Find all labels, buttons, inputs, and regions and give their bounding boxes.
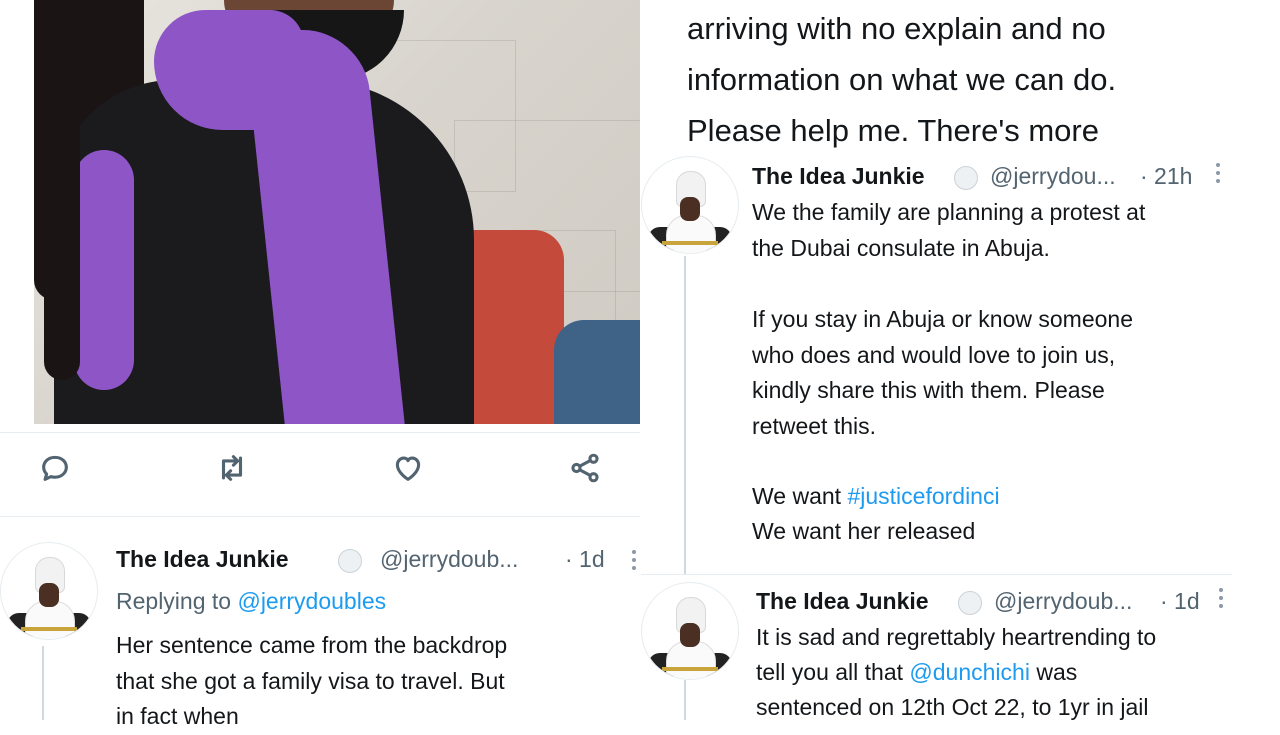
more-icon[interactable] <box>1218 588 1224 612</box>
tweet-time[interactable]: · 21h <box>1140 163 1192 190</box>
tweet-text: We want her released <box>752 518 976 544</box>
divider <box>641 574 1232 575</box>
author-handle[interactable]: @jerrydou... <box>990 163 1116 190</box>
tweet-time[interactable]: · 1d <box>1160 588 1200 615</box>
thread-line <box>684 256 686 574</box>
avatar[interactable] <box>0 542 98 640</box>
hair-braids <box>44 60 80 380</box>
tweet-time[interactable]: · 1d <box>565 546 605 573</box>
tweet-text: tell you all that @dunchichi was <box>756 659 1078 685</box>
verified-placeholder-icon <box>958 591 982 615</box>
tweet-text: sentenced on 12th Oct 22, to 1yr in jail <box>756 694 1149 720</box>
share-icon <box>571 453 599 483</box>
jeans <box>554 320 640 424</box>
divider <box>0 516 640 517</box>
more-icon[interactable] <box>631 550 637 574</box>
divider <box>0 432 640 433</box>
replying-to: Replying to @jerrydoubles <box>116 588 387 614</box>
reply-icon <box>42 455 68 481</box>
verified-placeholder-icon <box>338 549 362 573</box>
author-handle[interactable]: @jerrydoub... <box>994 588 1132 615</box>
share-button[interactable] <box>565 448 605 488</box>
tweet-text: If you stay in Abuja or know someone who… <box>752 306 1133 439</box>
retweet-button[interactable] <box>212 448 252 488</box>
author-name[interactable]: The Idea Junkie <box>116 546 289 573</box>
reply-button[interactable] <box>35 448 75 488</box>
avatar[interactable] <box>641 156 739 254</box>
author-name[interactable]: The Idea Junkie <box>756 588 929 615</box>
verified-placeholder-icon <box>954 166 978 190</box>
thread-line <box>684 680 686 720</box>
heart-icon <box>395 456 421 481</box>
tweet-text: Her sentence came from the backdrop that… <box>116 632 508 729</box>
reply-handle-link[interactable]: @jerrydoubles <box>237 588 386 614</box>
purple-scarf-left <box>74 150 134 390</box>
tweet-text: We the family are planning a protest at … <box>752 199 1146 261</box>
author-name[interactable]: The Idea Junkie <box>752 163 925 190</box>
more-icon[interactable] <box>1215 163 1221 187</box>
tweet-text: It is sad and regrettably heartrending t… <box>756 624 1157 650</box>
tweet-text-large: arriving with no explain and no informat… <box>687 11 1117 148</box>
tweet-photo[interactable] <box>34 0 640 424</box>
avatar[interactable] <box>641 582 739 680</box>
mention-link[interactable]: @dunchichi <box>909 659 1030 685</box>
thread-line <box>42 646 44 720</box>
tweet-text: We want #justicefordinci <box>752 483 1000 509</box>
like-button[interactable] <box>388 448 428 488</box>
author-handle[interactable]: @jerrydoub... <box>380 546 518 573</box>
hashtag-link[interactable]: #justicefordinci <box>847 483 999 509</box>
retweet-icon <box>221 455 243 481</box>
